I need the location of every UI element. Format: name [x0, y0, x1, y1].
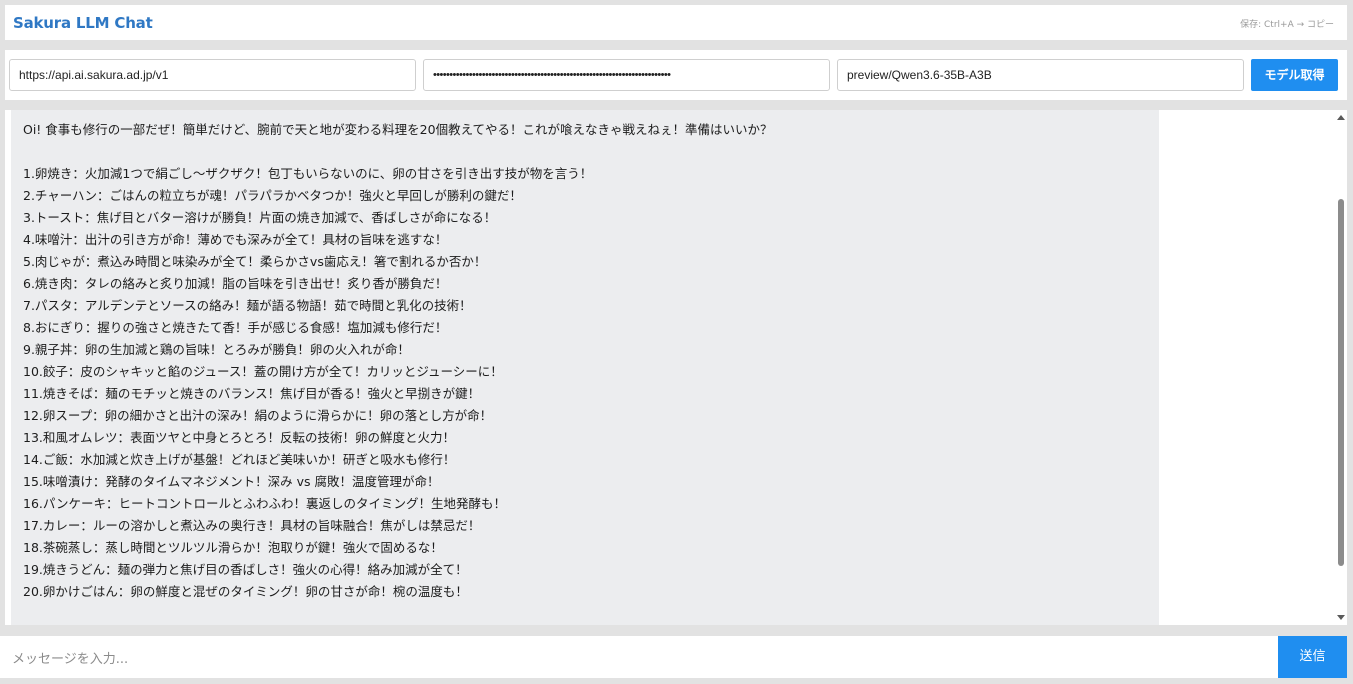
list-item: 5.肉じゃが：煮込み時間と味染みが全て！柔らかさvs歯応え！箸で割れるか否か！	[23, 254, 487, 269]
list-item: 1.卵焼き：火加減1つで絹ごし〜ザクザク！包丁もいらないのに、卵の甘さを引き出す…	[23, 166, 593, 181]
send-button[interactable]: 送信	[1278, 636, 1347, 678]
api-key-input[interactable]: ••••••••••••••••••••••••••••••••••••••••…	[423, 59, 830, 91]
list-item: 12.卵スープ：卵の細かさと出汁の深み！絹のように滑らかに！卵の落とし方が命！	[23, 408, 493, 423]
scroll-down-arrow-icon[interactable]	[1337, 615, 1345, 620]
scrollbar-thumb[interactable]	[1338, 199, 1344, 566]
save-hint: 保存: Ctrl+A → コピー	[1240, 20, 1334, 30]
scroll-up-arrow-icon[interactable]	[1337, 115, 1345, 120]
list-item: 3.トースト：焦げ目とバター溶けが勝負！片面の焼き加減で、香ばしさが命になる！	[23, 210, 497, 225]
list-item: 2.チャーハン：ごはんの粒立ちが魂！パラパラかベタつか！強火と早回しが勝利の鍵だ…	[23, 188, 522, 203]
list-item: 20.卵かけごはん：卵の鮮度と混ぜのタイミング！卵の甘さが命！椀の温度も！	[23, 584, 468, 599]
model-input[interactable]: preview/Qwen3.6-35B-A3B	[837, 59, 1244, 91]
list-item: 14.ご飯：水加減と炊き上げが基盤！どれほど美味いか！研ぎと吸水も修行！	[23, 452, 456, 467]
composer-bar: メッセージを入力... 送信	[0, 636, 1347, 678]
list-item: 6.焼き肉：タレの絡みと炙り加減！脂の旨味を引き出せ！炙り香が勝負だ！	[23, 276, 448, 291]
fetch-models-button[interactable]: モデル取得	[1251, 59, 1338, 91]
list-item: 9.親子丼：卵の生加減と鶏の旨味！とろみが勝負！卵の火入れが命！	[23, 342, 410, 357]
list-item: 18.茶碗蒸し：蒸し時間とツルツル滑らか！泡取りが鍵！強火で固めるな！	[23, 540, 443, 555]
list-item: 15.味噌漬け：発酵のタイムマネジメント！深み vs 腐敗！温度管理が命！	[23, 474, 440, 489]
list-item: 7.パスタ：アルデンテとソースの絡み！麺が語る物語！茹で時間と乳化の技術！	[23, 298, 472, 313]
app-header: Sakura LLM Chat 保存: Ctrl+A → コピー	[5, 5, 1347, 40]
list-item: 10.餃子：皮のシャキッと餡のジュース！蓋の開け方が全て！カリッとジューシーに！	[23, 364, 503, 379]
list-item: 8.おにぎり：握りの強さと焼きたて香！手が感じる食感！塩加減も修行だ！	[23, 320, 448, 335]
list-item: 19.焼きうどん：麺の弾力と焦げ目の香ばしさ！強火の心得！絡み加減が全て！	[23, 562, 468, 577]
message-intro: Oi! 食事も修行の一部だぜ！簡単だけど、腕前で天と地が変わる料理を20個教えて…	[23, 122, 773, 137]
list-item: 13.和風オムレツ：表面ツヤと中身とろとろ！反転の技術！卵の鮮度と火力！	[23, 430, 456, 445]
settings-bar: https://api.ai.sakura.ad.jp/v1 •••••••••…	[5, 50, 1347, 100]
message-input[interactable]: メッセージを入力...	[12, 648, 128, 667]
app-title: Sakura LLM Chat	[13, 14, 153, 32]
chat-area[interactable]: Oi! 食事も修行の一部だぜ！簡単だけど、腕前で天と地が変わる料理を20個教えて…	[5, 110, 1347, 625]
list-item: 11.焼きそば：麺のモチッと焼きのバランス！焦げ目が香る！強火と早捌きが鍵！	[23, 386, 481, 401]
assistant-message: Oi! 食事も修行の一部だぜ！簡単だけど、腕前で天と地が変わる料理を20個教えて…	[11, 110, 1159, 625]
list-item: 16.パンケーキ：ヒートコントロールとふわふわ！裏返しのタイミング！生地発酵も！	[23, 496, 507, 511]
api-url-input[interactable]: https://api.ai.sakura.ad.jp/v1	[9, 59, 416, 91]
chat-scrollbar[interactable]	[1335, 110, 1347, 625]
list-item: 4.味噌汁：出汁の引き方が命！薄めでも深みが全て！具材の旨味を逃すな！	[23, 232, 448, 247]
list-item: 17.カレー：ルーの溶かしと煮込みの奥行き！具材の旨味融合！焦がしは禁忌だ！	[23, 518, 481, 533]
